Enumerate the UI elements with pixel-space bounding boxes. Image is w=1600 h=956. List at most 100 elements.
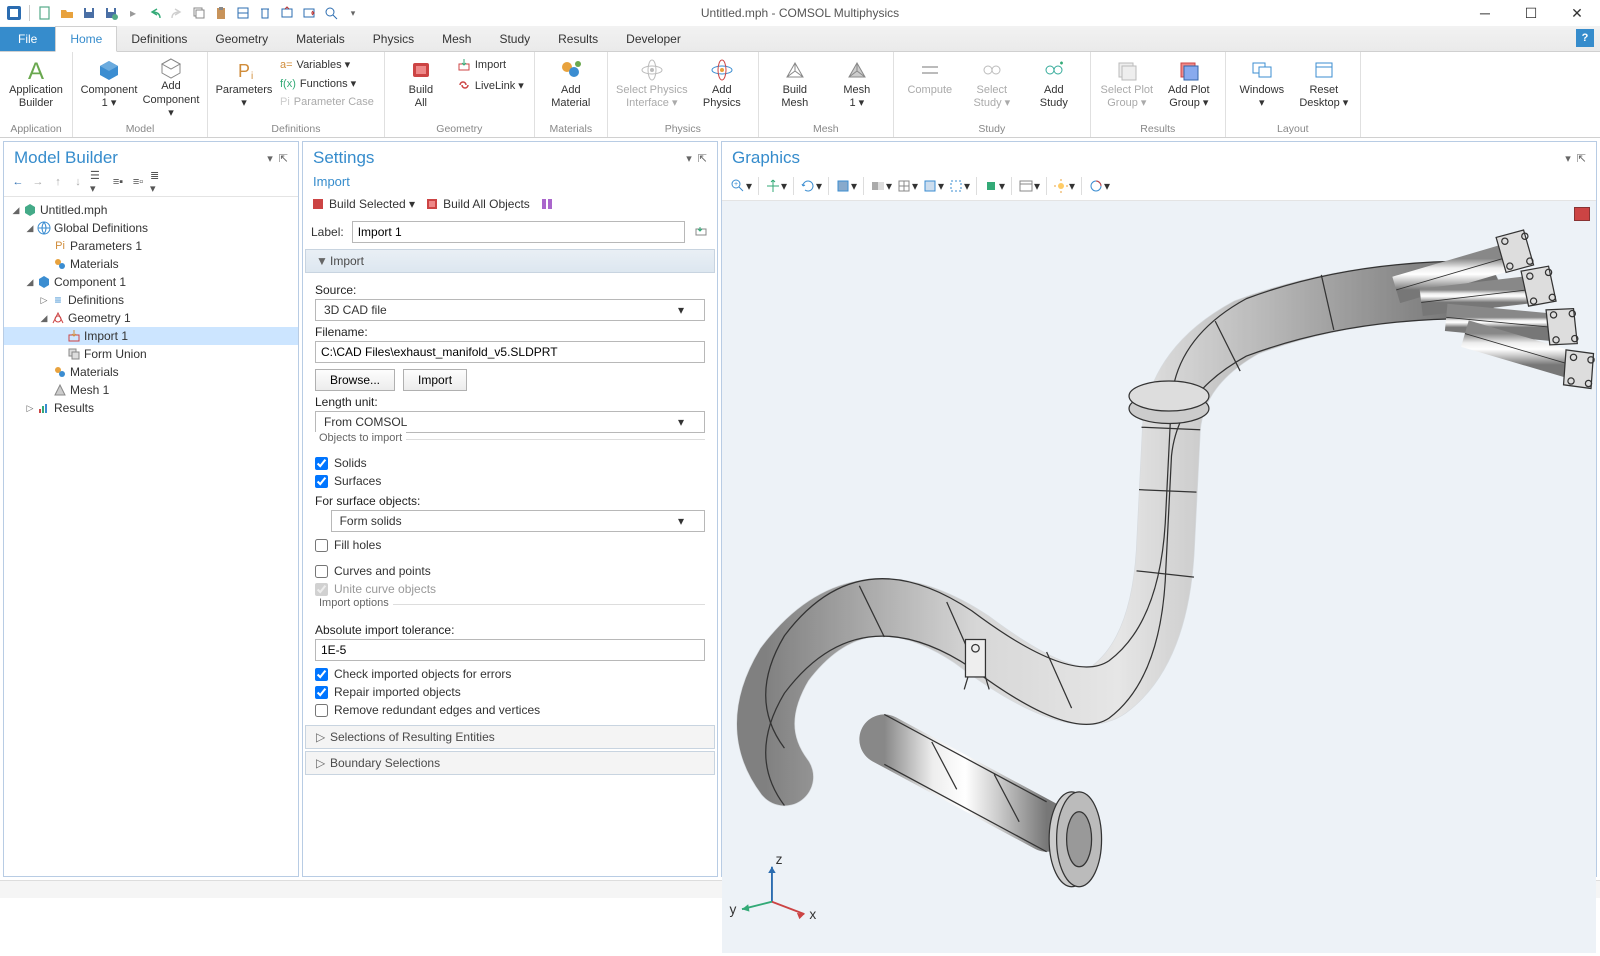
filename-input[interactable] bbox=[315, 341, 705, 363]
select-plot-group-button[interactable]: Select Plot Group ▾ bbox=[1097, 54, 1157, 120]
orient-icon[interactable]: ▾ bbox=[765, 176, 787, 196]
tree-form-union[interactable]: Form Union bbox=[4, 345, 298, 363]
select-physics-button[interactable]: Select Physics Interface ▾ bbox=[614, 54, 690, 120]
view3-icon[interactable]: ≣ ▾ bbox=[150, 174, 166, 190]
minimize-button[interactable]: ─ bbox=[1462, 0, 1508, 26]
delete-icon[interactable] bbox=[255, 3, 275, 23]
paste-icon[interactable] bbox=[211, 3, 231, 23]
nav-up-icon[interactable]: ↑ bbox=[50, 174, 66, 190]
source-select[interactable]: 3D CAD file▾ bbox=[315, 299, 705, 321]
help-button[interactable]: ? bbox=[1576, 29, 1594, 47]
search-icon[interactable] bbox=[321, 3, 341, 23]
new-icon[interactable] bbox=[35, 3, 55, 23]
save-icon[interactable] bbox=[79, 3, 99, 23]
view2-icon[interactable]: ≡▫ bbox=[130, 174, 146, 190]
add-physics-button[interactable]: Add Physics bbox=[692, 54, 752, 120]
browse-button[interactable]: Browse... bbox=[315, 369, 395, 391]
livelink-button[interactable]: LiveLink ▾ bbox=[453, 76, 528, 94]
surfaces-checkbox[interactable] bbox=[315, 475, 328, 488]
settings-pin-icon[interactable]: ⇱ bbox=[698, 152, 707, 165]
tab-home[interactable]: Home bbox=[55, 26, 117, 52]
section-import-header[interactable]: ▼Import bbox=[305, 249, 715, 273]
tree-mesh1[interactable]: Mesh 1 bbox=[4, 381, 298, 399]
run-icon[interactable]: ▸ bbox=[123, 3, 143, 23]
save-as-icon[interactable] bbox=[101, 3, 121, 23]
fill-holes-checkbox[interactable] bbox=[315, 539, 328, 552]
qat-5-icon[interactable] bbox=[233, 3, 253, 23]
import-action-button[interactable]: Import bbox=[403, 369, 467, 391]
graphics-canvas[interactable]: z x y bbox=[722, 201, 1596, 953]
tree-results[interactable]: ▷Results bbox=[4, 399, 298, 417]
view-icon[interactable]: ▾ bbox=[1018, 176, 1040, 196]
tab-geometry[interactable]: Geometry bbox=[201, 27, 282, 51]
add-component-button[interactable]: Add Component ▾ bbox=[141, 54, 201, 120]
add-study-button[interactable]: Add Study bbox=[1024, 54, 1084, 120]
add-plot-group-button[interactable]: Add Plot Group ▾ bbox=[1159, 54, 1219, 120]
copy-icon[interactable] bbox=[189, 3, 209, 23]
settings-dropdown-icon[interactable]: ▾ bbox=[686, 152, 692, 165]
label-link-icon[interactable] bbox=[693, 224, 709, 240]
graphics-pin-icon[interactable]: ⇱ bbox=[1577, 152, 1586, 165]
tree-parameters1[interactable]: PiParameters 1 bbox=[4, 237, 298, 255]
maximize-button[interactable]: ☐ bbox=[1508, 0, 1554, 26]
application-builder-button[interactable]: AApplication Builder bbox=[6, 54, 66, 120]
add-material-button[interactable]: Add Material bbox=[541, 54, 601, 120]
repair-checkbox[interactable] bbox=[315, 686, 328, 699]
variables-button[interactable]: a=Variables ▾ bbox=[276, 56, 378, 73]
tab-study[interactable]: Study bbox=[485, 27, 544, 51]
tab-file[interactable]: File bbox=[0, 27, 55, 51]
windows-button[interactable]: Windows ▾ bbox=[1232, 54, 1292, 120]
import-button[interactable]: Import bbox=[453, 56, 528, 74]
panel-dropdown-icon[interactable]: ▾ bbox=[267, 152, 273, 165]
tab-mesh[interactable]: Mesh bbox=[428, 27, 485, 51]
functions-button[interactable]: f(x)Functions ▾ bbox=[276, 75, 378, 92]
qat-7-icon[interactable] bbox=[277, 3, 297, 23]
clip-icon[interactable]: ▾ bbox=[835, 176, 857, 196]
section-selections-header[interactable]: ▷Selections of Resulting Entities bbox=[305, 725, 715, 749]
tree-root[interactable]: ◢Untitled.mph bbox=[4, 201, 298, 219]
settings-extra-button[interactable] bbox=[540, 197, 554, 211]
view1-icon[interactable]: ≡▪ bbox=[110, 174, 126, 190]
transparency-icon[interactable]: ▾ bbox=[870, 176, 892, 196]
compute-button[interactable]: Compute bbox=[900, 54, 960, 120]
select-object-icon[interactable]: ▾ bbox=[983, 176, 1005, 196]
graphics-indicator-icon[interactable] bbox=[1574, 207, 1590, 221]
tab-definitions[interactable]: Definitions bbox=[117, 27, 201, 51]
build-all-button[interactable]: Build All bbox=[391, 54, 451, 120]
tree-import1[interactable]: Import 1 bbox=[4, 327, 298, 345]
tree-global-definitions[interactable]: ◢Global Definitions bbox=[4, 219, 298, 237]
component1-button[interactable]: Component 1 ▾ bbox=[79, 54, 139, 120]
section-boundary-header[interactable]: ▷Boundary Selections bbox=[305, 751, 715, 775]
parameters-button[interactable]: PiParameters ▾ bbox=[214, 54, 274, 120]
build-mesh-button[interactable]: Build Mesh bbox=[765, 54, 825, 120]
tree-materials-comp[interactable]: Materials bbox=[4, 363, 298, 381]
select-study-button[interactable]: Select Study ▾ bbox=[962, 54, 1022, 120]
graphics-dropdown-icon[interactable]: ▾ bbox=[1565, 152, 1571, 165]
tree-materials-global[interactable]: Materials bbox=[4, 255, 298, 273]
qat-dropdown-icon[interactable]: ▾ bbox=[343, 3, 363, 23]
close-button[interactable]: ✕ bbox=[1554, 0, 1600, 26]
qat-8-icon[interactable] bbox=[299, 3, 319, 23]
mesh1-button[interactable]: Mesh 1 ▾ bbox=[827, 54, 887, 120]
nav-back-icon[interactable]: ← bbox=[10, 174, 26, 190]
build-all-objects-button[interactable]: Build All Objects bbox=[425, 197, 530, 211]
wireframe-icon[interactable]: ▾ bbox=[896, 176, 918, 196]
tree-definitions[interactable]: ▷≡Definitions bbox=[4, 291, 298, 309]
tree-geometry1[interactable]: ◢Geometry 1 bbox=[4, 309, 298, 327]
undo-icon[interactable] bbox=[145, 3, 165, 23]
curves-checkbox[interactable] bbox=[315, 565, 328, 578]
select-render-icon[interactable]: ▾ bbox=[948, 176, 970, 196]
parameter-case-button[interactable]: PiParameter Case bbox=[276, 94, 378, 110]
tree-component1[interactable]: ◢Component 1 bbox=[4, 273, 298, 291]
remove-redundant-checkbox[interactable] bbox=[315, 704, 328, 717]
panel-pin-icon[interactable]: ⇱ bbox=[279, 152, 288, 165]
solids-checkbox[interactable] bbox=[315, 457, 328, 470]
nav-forward-icon[interactable]: → bbox=[30, 174, 46, 190]
collapse-icon[interactable]: ☰ ▾ bbox=[90, 174, 106, 190]
tab-physics[interactable]: Physics bbox=[359, 27, 428, 51]
screenshot-icon[interactable]: ▾ bbox=[1088, 176, 1110, 196]
nav-down-icon[interactable]: ↓ bbox=[70, 174, 86, 190]
reset-desktop-button[interactable]: Reset Desktop ▾ bbox=[1294, 54, 1354, 120]
open-icon[interactable] bbox=[57, 3, 77, 23]
tab-results[interactable]: Results bbox=[544, 27, 612, 51]
